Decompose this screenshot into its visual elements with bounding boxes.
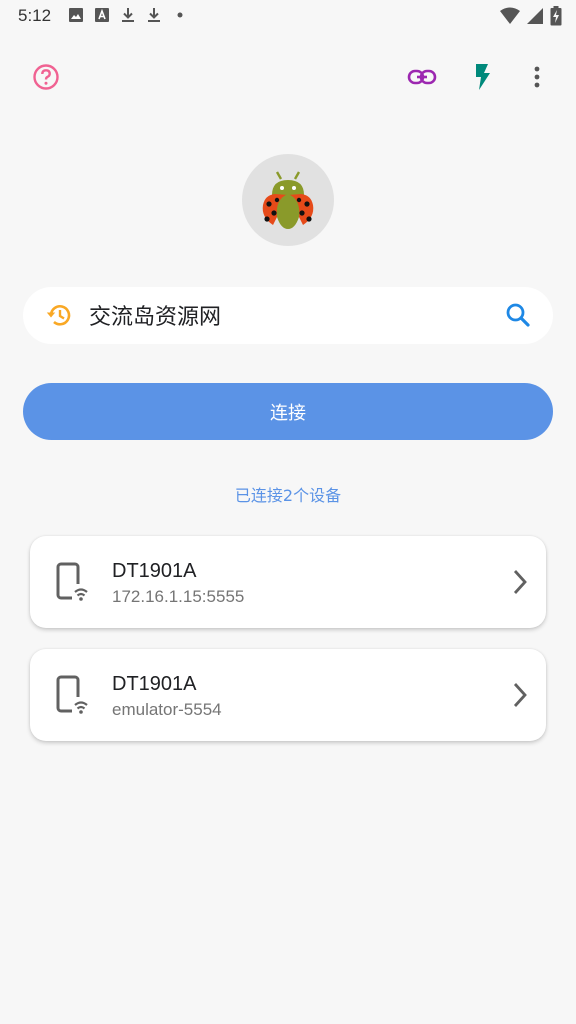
app-logo (242, 154, 334, 246)
phone-wifi-icon (56, 562, 90, 602)
toolbar (0, 54, 576, 102)
more-vert-icon (534, 66, 540, 88)
link-button[interactable] (402, 57, 442, 97)
signal-icon (527, 8, 543, 24)
device-name: DT1901A (112, 673, 197, 695)
dot-icon (177, 12, 183, 18)
status-system-icons (500, 6, 562, 26)
download-icon (148, 8, 160, 22)
ladybug-android-icon (262, 171, 314, 229)
download-icon (122, 8, 134, 22)
link-icon (407, 69, 437, 85)
chevron-right-icon (513, 683, 527, 707)
chevron-right-icon (513, 570, 527, 594)
connect-button[interactable]: 连接 (23, 383, 553, 440)
more-options-button[interactable] (517, 57, 557, 97)
device-address: emulator-5554 (112, 700, 222, 719)
help-circle-icon (33, 64, 59, 90)
a-letter-icon (95, 8, 109, 22)
image-icon (69, 8, 83, 22)
battery-charging-icon (550, 6, 562, 26)
phone-wifi-icon (56, 675, 90, 715)
device-name: DT1901A (112, 560, 197, 582)
connected-devices-count: 已连接2个设备 (234, 486, 342, 505)
history-icon (46, 305, 71, 326)
device-card[interactable]: DT1901A 172.16.1.15:5555 (30, 536, 546, 628)
device-card[interactable]: DT1901A emulator-5554 (30, 649, 546, 741)
search-box (23, 287, 553, 344)
help-button[interactable] (26, 57, 66, 97)
search-icon (506, 303, 530, 327)
wifi-icon (500, 7, 520, 24)
status-bar: 5:12 (0, 0, 576, 32)
status-time: 5:12 (18, 6, 52, 25)
search-input[interactable] (89, 299, 489, 331)
flash-icon (476, 64, 490, 90)
search-button[interactable] (498, 295, 538, 335)
flash-button[interactable] (463, 57, 503, 97)
history-button[interactable] (39, 295, 79, 335)
device-address: 172.16.1.15:5555 (112, 587, 245, 606)
status-notification-icons (68, 7, 188, 23)
